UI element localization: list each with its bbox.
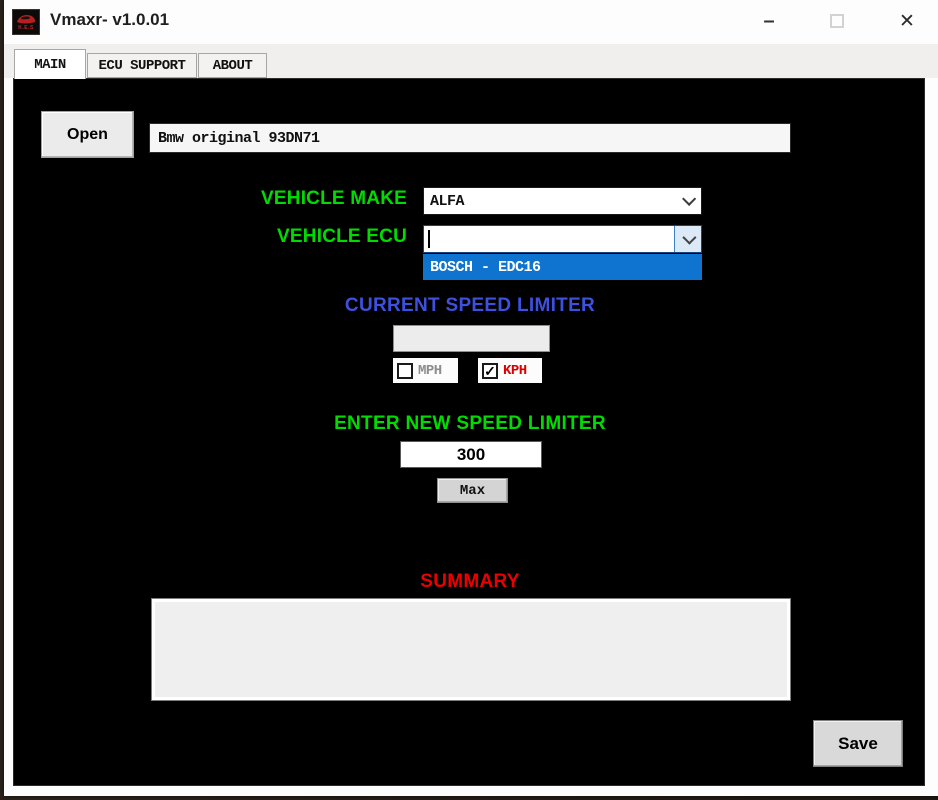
vehicle-ecu-label: VEHICLE ECU [74,226,407,248]
new-speed-input[interactable]: 300 [400,441,542,468]
app-logo-caption: K.E.S [18,26,34,31]
current-speed-title: CURRENT SPEED LIMITER [14,295,926,317]
vehicle-make-label: VEHICLE MAKE [74,188,407,210]
minimize-button[interactable]: – [748,4,790,38]
app-window: K.E.S Vmaxr- v1.0.01 – ✕ MAIN ECU SUPPOR… [4,0,938,796]
kph-checkbox[interactable]: ✓ [482,363,498,379]
mph-checkbox[interactable] [397,363,413,379]
close-icon: ✕ [899,10,915,33]
file-name-field[interactable]: Bmw original 93DN71 [149,123,791,153]
tab-about[interactable]: ABOUT [198,53,267,78]
vehicle-ecu-option[interactable]: BOSCH - EDC16 [423,254,702,280]
summary-box [151,598,791,701]
title-bar: K.E.S Vmaxr- v1.0.01 – ✕ [4,0,938,44]
kph-checkbox-group[interactable]: ✓ KPH [478,358,542,383]
tab-ecu-support[interactable]: ECU SUPPORT [87,53,197,78]
window-title: Vmaxr- v1.0.01 [50,10,169,30]
new-speed-title: ENTER NEW SPEED LIMITER [14,413,926,435]
maximize-button[interactable] [816,4,858,38]
tab-strip: MAIN ECU SUPPORT ABOUT [4,44,938,78]
summary-title: SUMMARY [14,571,926,593]
vehicle-ecu-dropdown-button[interactable] [674,226,701,252]
vehicle-ecu-input[interactable] [424,226,674,252]
mph-label: MPH [418,363,442,379]
vehicle-ecu-select[interactable] [423,225,702,253]
tab-main[interactable]: MAIN [14,49,86,79]
open-button[interactable]: Open [41,111,134,158]
chevron-down-icon [682,192,696,206]
minimize-icon: – [763,16,774,26]
current-speed-field[interactable] [393,325,550,352]
save-button[interactable]: Save [813,720,903,767]
maximize-icon [830,14,844,28]
max-button[interactable]: Max [437,478,508,503]
main-panel: Open Bmw original 93DN71 VEHICLE MAKE AL… [13,78,925,786]
text-caret [428,230,430,248]
kph-label: KPH [503,363,527,379]
chevron-down-icon [682,231,696,245]
vehicle-make-value: ALFA [430,193,464,210]
close-button[interactable]: ✕ [886,4,928,38]
app-logo-icon: K.E.S [12,9,40,35]
vehicle-make-select[interactable]: ALFA [423,187,702,215]
mph-checkbox-group[interactable]: MPH [393,358,458,383]
